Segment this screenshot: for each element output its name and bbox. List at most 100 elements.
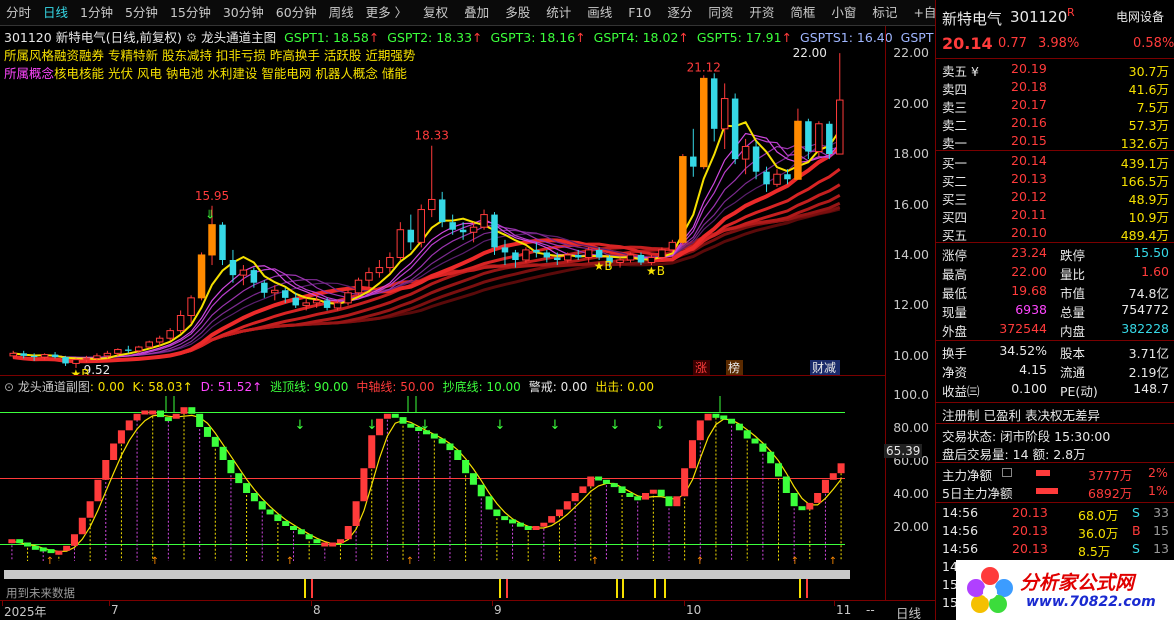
five-day-net-row[interactable]: 5日主力净额 6892万 1% [936,483,1174,501]
k-bar [814,493,822,503]
candle[interactable] [386,252,394,273]
toolbar-button-11[interactable]: 标记 [866,0,903,26]
stat-row: 最低 19.68 市值 74.8亿 [936,283,1174,301]
ask-row[interactable]: 卖五 ¥ 20.19 30.7万 [936,61,1174,79]
toolbar-button-4[interactable]: 画线 [581,0,618,26]
bid-row[interactable]: 买二 20.13 166.5万 [936,171,1174,189]
toolbar-button-10[interactable]: 小窗 [825,0,862,26]
toolbar-button-9[interactable]: 简框 [784,0,821,26]
bid-row[interactable]: 买一 20.14 439.1万 [936,153,1174,171]
buy-arrow-icon: ↑ [696,556,704,567]
toolbar-button-2[interactable]: 多股 [499,0,536,26]
toolbar-button-8[interactable]: 开资 [743,0,780,26]
toolbar-button-5[interactable]: F10 [622,0,657,26]
candle[interactable] [344,290,352,306]
candle[interactable] [679,154,687,245]
event-tag[interactable]: 财减 [810,360,840,375]
toolbar-button-3[interactable]: 统计 [540,0,577,26]
candle[interactable] [261,280,268,298]
candle[interactable] [522,247,530,263]
event-tag[interactable]: 涨 [693,360,710,375]
candle[interactable] [731,93,739,165]
candle[interactable] [480,209,488,230]
period-tab-2[interactable]: 1分钟 [74,0,119,26]
period-tab-4[interactable]: 15分钟 [164,0,217,26]
candle[interactable] [375,260,384,278]
period-tab-1[interactable]: 日线 [37,0,74,26]
level-volume: 48.9万 [1128,192,1169,207]
stat-label: 外盘 [942,324,968,339]
candle[interactable] [176,310,185,334]
period-tab-6[interactable]: 60分钟 [270,0,323,26]
toolbar-button-7[interactable]: 同资 [702,0,739,26]
bid-row[interactable]: 买四 20.11 10.9万 [936,207,1174,225]
candle[interactable] [794,108,802,180]
gear-icon[interactable]: ⚙ [186,30,197,45]
main-net-row[interactable]: 主力净额 3777万 2% [936,465,1174,483]
candle[interactable] [836,53,844,155]
candle[interactable] [407,214,415,250]
candle[interactable] [815,121,823,157]
candle[interactable] [354,277,363,296]
candle[interactable] [427,145,436,218]
candle[interactable] [417,204,426,248]
bid-row[interactable]: 买三 20.12 48.9万 [936,189,1174,207]
ask-row[interactable]: 卖三 20.17 7.5万 [936,97,1174,115]
up-arrow-icon: ↑ [368,30,380,45]
main-indicator-name[interactable]: 龙头通道主图 [201,30,276,45]
stat-value: 23.24 [1011,245,1047,260]
period-tab-5[interactable]: 30分钟 [217,0,270,26]
candle[interactable] [826,121,833,160]
candle[interactable] [741,138,750,175]
date-scroll-button[interactable]: -- [866,603,875,617]
ask-row[interactable]: 卖一 20.15 132.6万 [936,133,1174,151]
period-tab-7[interactable]: 周线 [323,0,360,26]
toolbar-button-6[interactable]: 逐分 [661,0,698,26]
candle[interactable] [365,267,373,288]
k-bar [250,493,258,502]
bid-row[interactable]: 买五 20.10 489.4万 [936,225,1174,243]
period-tab-8[interactable]: 更多 〉 [360,0,413,26]
candle[interactable] [752,141,760,180]
sub-value-6: 抄底线: 10.00 [442,380,521,394]
candle[interactable] [763,166,770,192]
candle[interactable] [710,73,718,142]
candle[interactable] [720,83,729,149]
candle[interactable] [501,239,509,266]
svg-text:榜: 榜 [728,360,740,375]
candle[interactable] [187,295,195,324]
candle[interactable] [543,249,551,263]
k-bar [462,460,470,474]
sub-indicator-chart[interactable]: ↓ ↓ ↓ ↓ ↓ ↓ ↓ ↑ ↑ ↑ ↑ ↑ ↑ ↑ ↑ ⊙ 龙头通道副图: 0.00 K: 58.03↑ D… [0,375,885,600]
candle[interactable] [166,328,174,341]
candle[interactable] [690,128,697,177]
candle[interactable] [700,75,708,170]
ask-row[interactable]: 卖四 20.18 41.6万 [936,79,1174,97]
sub-gear-icon[interactable]: ⊙ [4,380,14,394]
period-tab-3[interactable]: 5分钟 [119,0,164,26]
toolbar-button-1[interactable]: 叠加 [458,0,495,26]
candle[interactable] [239,265,248,286]
candle[interactable] [219,222,226,266]
candle[interactable] [438,191,446,228]
toolbar-button-0[interactable]: 复权 [417,0,454,26]
period-label[interactable]: 日线 [896,603,921,620]
sub-value-1: : 0.00 [89,380,125,394]
main-kline-chart[interactable]: 15.95 18.33 21.12 22.00 9.52 ★B ★B ★B ⇓ 涨榜财减 3011… [0,26,947,381]
ask-row[interactable]: 卖二 20.16 57.3万 [936,115,1174,133]
candle[interactable] [396,222,405,260]
sub-indicator-canvas[interactable]: ↓ ↓ ↓ ↓ ↓ ↓ ↓ ↑ ↑ ↑ ↑ ↑ ↑ ↑ ↑ [0,376,885,601]
candle[interactable] [250,267,258,288]
event-tag[interactable]: 榜 [726,360,743,375]
candle[interactable] [773,169,781,187]
level-volume: 166.5万 [1120,174,1169,189]
candle[interactable] [145,340,153,349]
sub-indicator-legend: ⊙ 龙头通道副图: 0.00 K: 58.03↑ D: 51.52↑ 逃顶线: 90.… [4,378,662,395]
sector-change-pct: 0.58% [1133,36,1174,51]
period-tab-0[interactable]: 分时 [0,0,37,26]
sector-name[interactable]: 电网设备 [1116,8,1164,25]
candle[interactable] [62,355,69,366]
candle[interactable] [197,252,206,301]
k-bar [352,501,360,526]
gspt-value-1: GSPT2: 18.33 [383,30,473,45]
